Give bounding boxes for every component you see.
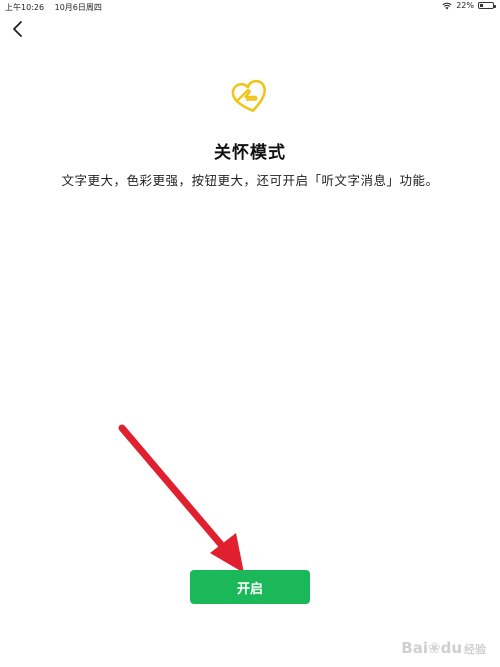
status-left: 上午10:26 10月6日周四 [5,2,110,13]
status-bar: 上午10:26 10月6日周四 22% [0,0,500,14]
care-mode-page: 上午10:26 10月6日周四 22% 关怀模式 文字更大，色彩更强，按钮更大，… [0,0,500,667]
paw-icon: ❀ [428,639,441,657]
page-title: 关怀模式 [214,143,286,163]
baidu-jingyan-watermark: Bai❀du 经验 [401,639,486,657]
wifi-icon [442,2,452,9]
status-date: 10月6日周四 [54,3,102,12]
care-mode-heart-hand-icon [231,79,266,112]
chevron-left-icon [13,21,22,37]
status-time: 上午10:26 [5,3,45,12]
battery-percent: 22% [456,1,474,10]
page-description: 文字更大，色彩更强，按钮更大，还可开启「听文字消息」功能。 [61,173,439,188]
enable-button[interactable]: 开启 [190,570,310,604]
watermark-part-b: du [440,639,462,657]
watermark-part-c: 经验 [464,643,486,656]
battery-icon [478,2,496,9]
status-right: 22% [442,1,496,10]
back-button[interactable] [8,18,28,40]
watermark-part-a: Bai [401,639,428,657]
